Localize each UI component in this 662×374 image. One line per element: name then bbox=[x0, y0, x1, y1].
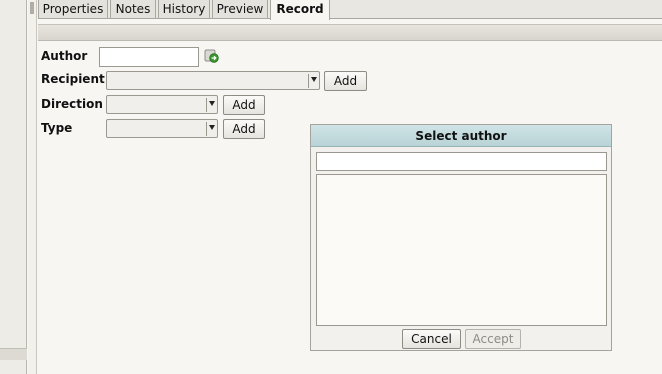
panel-splitter[interactable] bbox=[28, 0, 37, 374]
add-direction-button[interactable]: Add bbox=[223, 95, 265, 115]
author-list[interactable] bbox=[316, 174, 607, 326]
dialog-title[interactable]: Select author bbox=[311, 125, 611, 147]
tab-label: History bbox=[162, 2, 206, 16]
accept-button[interactable]: Accept bbox=[465, 329, 521, 349]
chevron-down-icon bbox=[209, 101, 215, 106]
recipient-label: Recipient bbox=[41, 72, 105, 86]
tab-record[interactable]: Record bbox=[270, 0, 330, 20]
left-panel bbox=[0, 0, 27, 374]
tab-preview[interactable]: Preview bbox=[212, 0, 268, 19]
add-recipient-button[interactable]: Add bbox=[324, 71, 367, 91]
tab-notes[interactable]: Notes bbox=[110, 0, 156, 19]
type-label: Type bbox=[41, 121, 73, 135]
add-type-button[interactable]: Add bbox=[223, 119, 265, 139]
tab-properties[interactable]: Properties bbox=[38, 0, 108, 19]
author-field[interactable] bbox=[99, 47, 199, 67]
chevron-down-icon bbox=[311, 77, 317, 82]
left-panel-scroll-strip[interactable] bbox=[0, 348, 27, 360]
type-select[interactable] bbox=[106, 119, 218, 138]
tab-label: Notes bbox=[115, 2, 151, 16]
tab-bar: Properties Notes History Preview Record bbox=[38, 0, 662, 20]
chevron-down-icon bbox=[209, 125, 215, 130]
tab-history[interactable]: History bbox=[158, 0, 210, 19]
splitter-grip-icon[interactable] bbox=[30, 2, 34, 14]
select-author-dialog: Select author Cancel Accept bbox=[310, 124, 612, 351]
tab-label: Preview bbox=[216, 2, 264, 16]
cancel-button[interactable]: Cancel bbox=[402, 329, 461, 349]
direction-select[interactable] bbox=[106, 95, 218, 114]
record-header-strip bbox=[38, 24, 662, 41]
tab-label: Record bbox=[276, 2, 324, 16]
tab-label: Properties bbox=[42, 2, 104, 16]
recipient-select[interactable] bbox=[106, 71, 320, 90]
author-label: Author bbox=[41, 49, 88, 63]
author-search-input[interactable] bbox=[316, 152, 607, 171]
direction-label: Direction bbox=[41, 97, 103, 111]
go-arrow-icon[interactable] bbox=[204, 48, 219, 63]
